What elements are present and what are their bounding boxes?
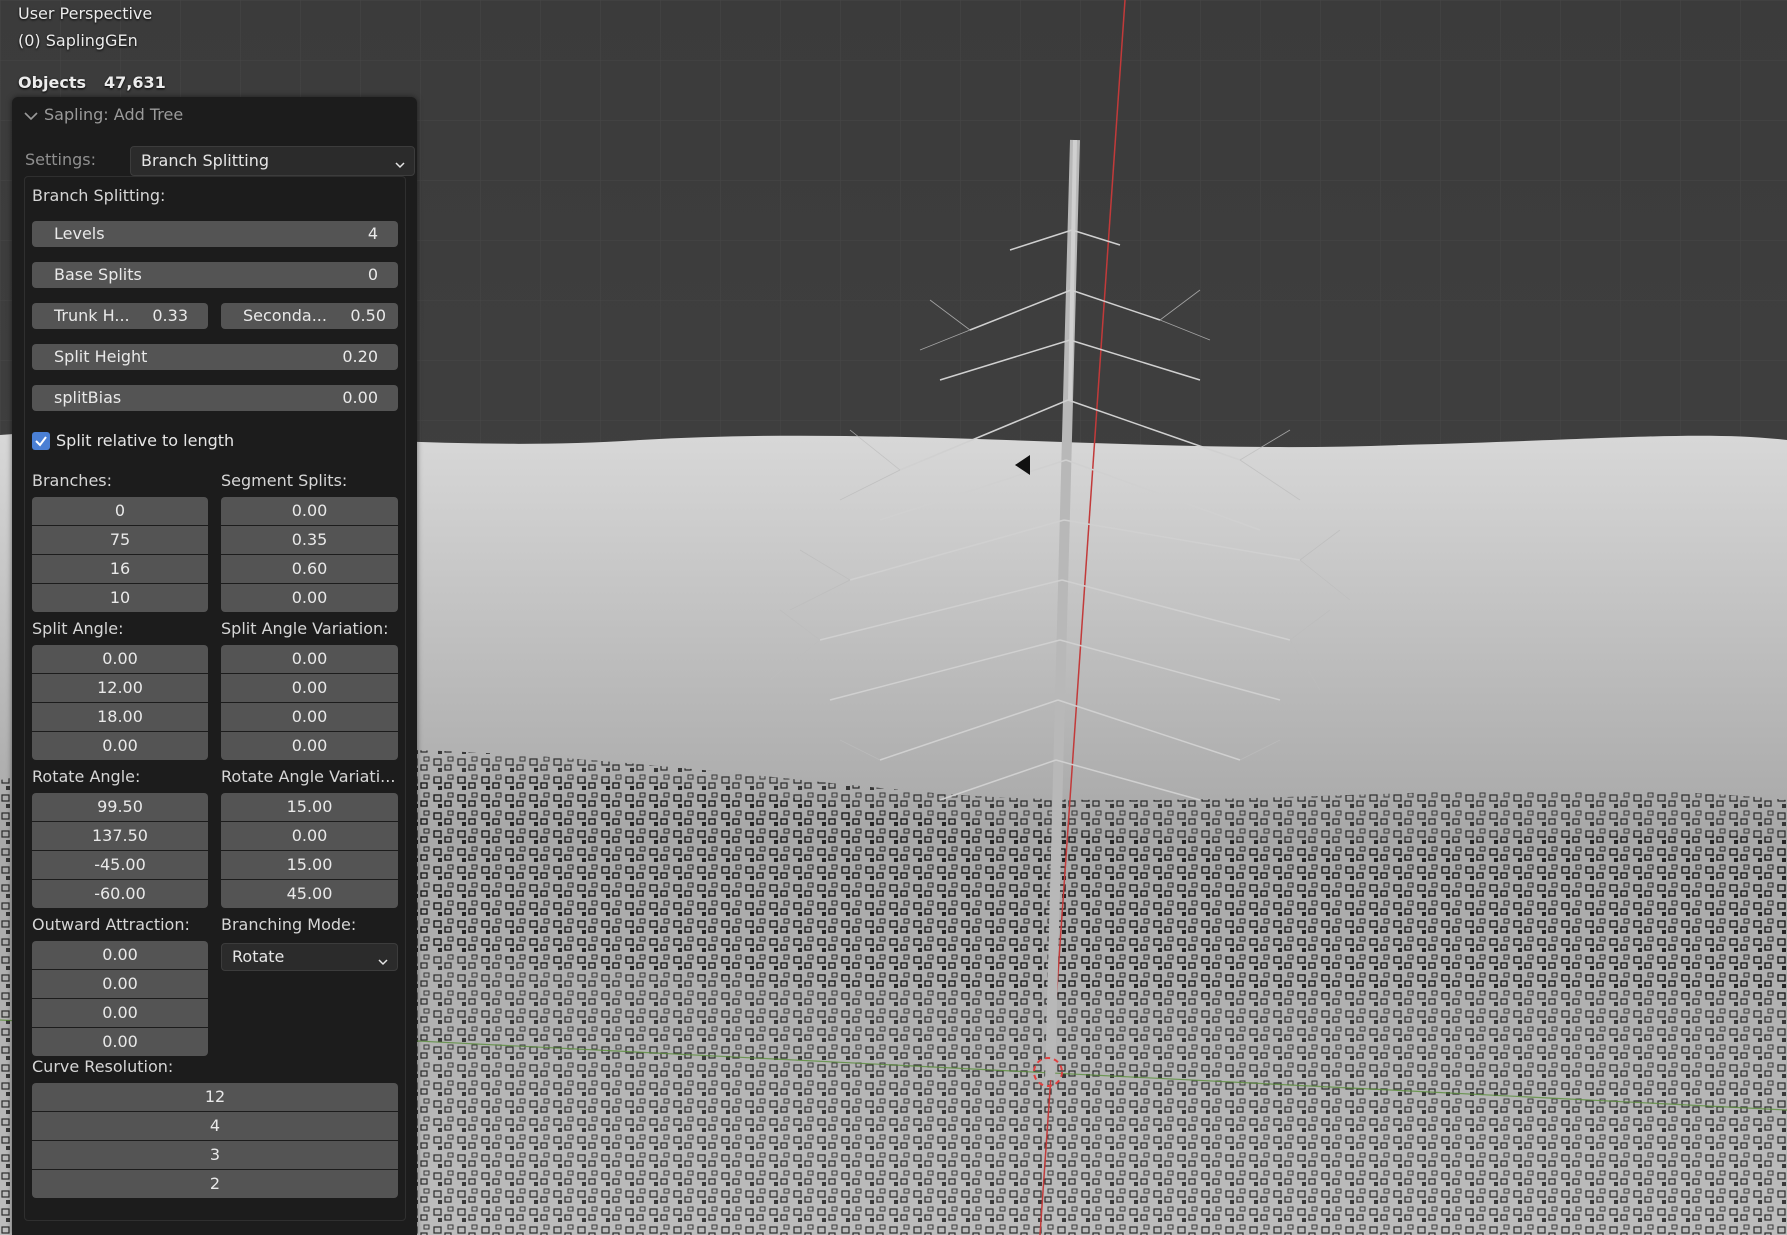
secondary-value: 0.50 — [350, 306, 386, 325]
branching-mode-label: Branching Mode: — [221, 915, 357, 934]
outward-attraction-value[interactable]: 0.00 — [32, 941, 208, 969]
rotate-angle-variation-label: Rotate Angle Variati... — [221, 767, 396, 786]
panel-header[interactable]: Sapling: Add Tree — [24, 105, 183, 127]
split-angle-variation-column: 0.00 0.00 0.00 0.00 — [221, 645, 398, 761]
secondary-field[interactable]: Seconda... 0.50 — [221, 303, 398, 329]
split-angle-value[interactable]: 12.00 — [32, 674, 208, 702]
base-splits-label: Base Splits — [54, 265, 142, 284]
levels-field[interactable]: Levels 4 — [32, 221, 398, 247]
chevron-down-icon — [394, 155, 406, 174]
split-angle-value[interactable]: 0.00 — [32, 732, 208, 760]
split-bias-value: 0.00 — [342, 388, 378, 407]
chevron-down-icon[interactable] — [24, 106, 38, 125]
trunk-height-value: 0.33 — [152, 306, 188, 325]
split-angle-value[interactable]: 0.00 — [32, 645, 208, 673]
split-bias-field[interactable]: splitBias 0.00 — [32, 385, 398, 411]
split-angle-variation-value[interactable]: 0.00 — [221, 703, 398, 731]
curve-resolution-label: Curve Resolution: — [32, 1057, 174, 1076]
rotate-angle-value[interactable]: -60.00 — [32, 880, 208, 908]
settings-dropdown[interactable]: Branch Splitting — [130, 146, 415, 176]
branches-column: 0 75 16 10 — [32, 497, 208, 613]
split-angle-variation-value[interactable]: 0.00 — [221, 645, 398, 673]
outward-attraction-column: 0.00 0.00 0.00 0.00 — [32, 941, 208, 1057]
branches-label: Branches: — [32, 471, 113, 490]
panel-title: Sapling: Add Tree — [44, 105, 184, 124]
branches-value[interactable]: 16 — [32, 555, 208, 583]
base-splits-value: 0 — [367, 265, 378, 284]
split-height-label: Split Height — [54, 347, 148, 366]
rotate-angle-variation-value[interactable]: 45.00 — [221, 880, 398, 908]
segment-splits-value[interactable]: 0.60 — [221, 555, 398, 583]
view-title: User Perspective — [18, 4, 153, 23]
section-title: Branch Splitting: — [32, 186, 166, 205]
segment-splits-value[interactable]: 0.00 — [221, 584, 398, 612]
split-relative-checkbox[interactable] — [32, 432, 50, 450]
curve-resolution-value[interactable]: 2 — [32, 1170, 398, 1198]
split-height-value: 0.20 — [342, 347, 378, 366]
outward-attraction-value[interactable]: 0.00 — [32, 970, 208, 998]
rotate-angle-value[interactable]: 99.50 — [32, 793, 208, 821]
branches-value[interactable]: 0 — [32, 497, 208, 525]
split-angle-column: 0.00 12.00 18.00 0.00 — [32, 645, 208, 761]
rotate-angle-value[interactable]: 137.50 — [32, 822, 208, 850]
split-relative-label: Split relative to length — [56, 431, 235, 450]
settings-row: Settings: Branch Splitting — [25, 146, 415, 176]
rotate-angle-label: Rotate Angle: — [32, 767, 141, 786]
curve-resolution-column: 12 4 3 2 — [32, 1083, 398, 1199]
active-collection: (0) SaplingGEn — [18, 31, 138, 50]
split-height-field[interactable]: Split Height 0.20 — [32, 344, 398, 370]
settings-label: Settings: — [25, 150, 97, 169]
rotate-angle-variation-value[interactable]: 15.00 — [221, 793, 398, 821]
split-bias-label: splitBias — [54, 388, 122, 407]
operator-panel: Sapling: Add Tree Settings: Branch Split… — [12, 97, 417, 1235]
outward-attraction-value[interactable]: 0.00 — [32, 1028, 208, 1056]
checkmark-icon — [35, 436, 47, 447]
branches-value[interactable]: 75 — [32, 526, 208, 554]
trunk-height-field[interactable]: Trunk H... 0.33 — [32, 303, 208, 329]
branch-splitting-box: Branch Splitting: Levels 4 Base Splits 0… — [24, 176, 406, 1221]
settings-dropdown-value: Branch Splitting — [141, 151, 270, 170]
stats-value: 47,631 — [104, 73, 166, 92]
chevron-down-icon — [377, 952, 389, 971]
secondary-label: Seconda... — [243, 306, 327, 325]
statistics: Objects 47,631 — [18, 73, 166, 92]
split-angle-variation-value[interactable]: 0.00 — [221, 732, 398, 760]
levels-label: Levels — [54, 224, 105, 243]
stats-label: Objects — [18, 73, 87, 92]
split-angle-value[interactable]: 18.00 — [32, 703, 208, 731]
rotate-angle-variation-column: 15.00 0.00 15.00 45.00 — [221, 793, 398, 909]
curve-resolution-value[interactable]: 3 — [32, 1141, 398, 1169]
rotate-angle-value[interactable]: -45.00 — [32, 851, 208, 879]
branching-mode-value: Rotate — [232, 947, 285, 966]
segment-splits-column: 0.00 0.35 0.60 0.00 — [221, 497, 398, 613]
levels-value: 4 — [367, 224, 378, 243]
outward-attraction-value[interactable]: 0.00 — [32, 999, 208, 1027]
branches-value[interactable]: 10 — [32, 584, 208, 612]
branching-mode-dropdown[interactable]: Rotate — [221, 943, 398, 971]
split-angle-label: Split Angle: — [32, 619, 124, 638]
base-splits-field[interactable]: Base Splits 0 — [32, 262, 398, 288]
curve-resolution-value[interactable]: 12 — [32, 1083, 398, 1111]
segment-splits-value[interactable]: 0.35 — [221, 526, 398, 554]
segment-splits-value[interactable]: 0.00 — [221, 497, 398, 525]
segment-splits-label: Segment Splits: — [221, 471, 348, 490]
outward-attraction-label: Outward Attraction: — [32, 915, 190, 934]
split-angle-variation-label: Split Angle Variation: — [221, 619, 389, 638]
rotate-angle-variation-value[interactable]: 0.00 — [221, 822, 398, 850]
curve-resolution-value[interactable]: 4 — [32, 1112, 398, 1140]
rotate-angle-variation-value[interactable]: 15.00 — [221, 851, 398, 879]
trunk-height-label: Trunk H... — [54, 306, 130, 325]
rotate-angle-column: 99.50 137.50 -45.00 -60.00 — [32, 793, 208, 909]
split-angle-variation-value[interactable]: 0.00 — [221, 674, 398, 702]
